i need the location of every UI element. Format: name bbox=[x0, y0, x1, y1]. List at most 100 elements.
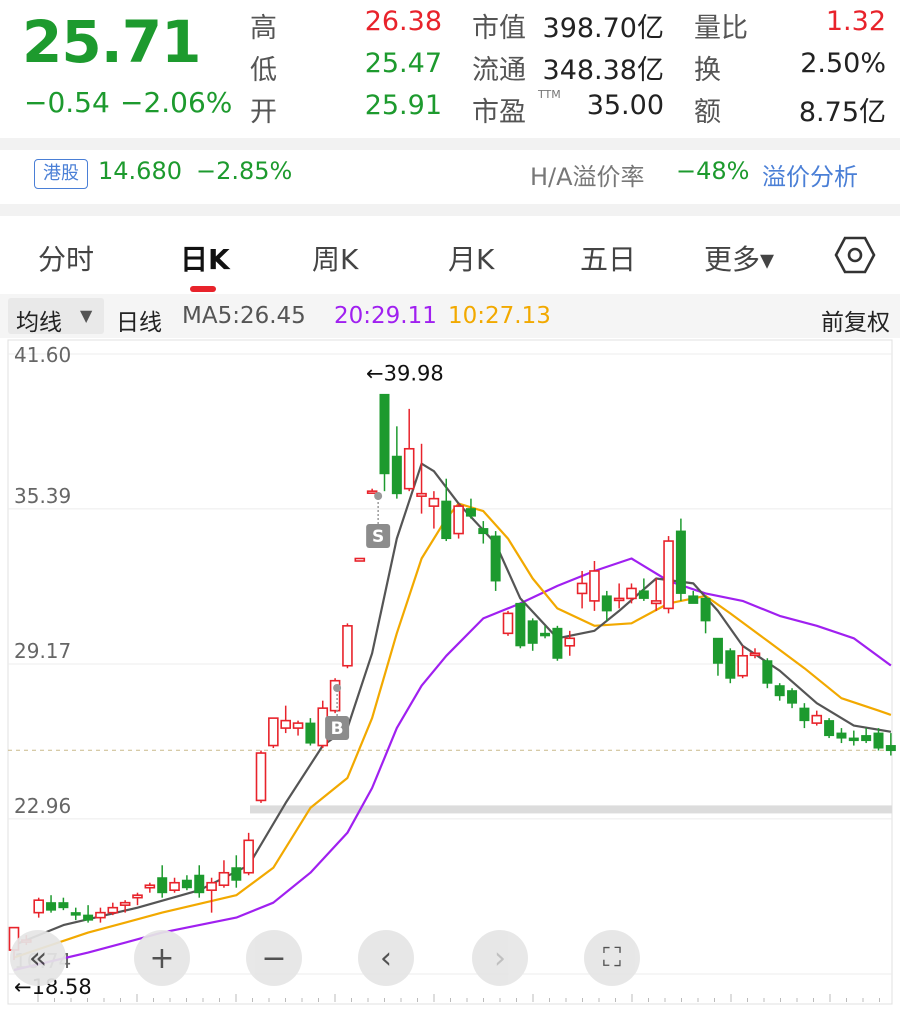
high-label: 高 bbox=[250, 13, 277, 44]
candle-body bbox=[811, 714, 823, 724]
candle-body bbox=[490, 535, 501, 582]
open-value: 25.91 bbox=[364, 90, 442, 121]
tab-daily-k[interactable]: 日K bbox=[180, 238, 230, 278]
candle-body bbox=[391, 455, 402, 495]
candle-body bbox=[243, 839, 254, 874]
candle-body bbox=[626, 587, 637, 600]
candle-body bbox=[601, 595, 612, 612]
support-band bbox=[250, 805, 892, 814]
candle-body bbox=[824, 720, 835, 737]
candle-body bbox=[774, 685, 785, 697]
float-label: 流通 bbox=[472, 55, 526, 86]
pan-left-fast-icon[interactable]: « bbox=[10, 930, 66, 986]
hk-tag[interactable]: 港股 bbox=[34, 159, 88, 189]
candle-body bbox=[527, 620, 538, 644]
candle-body bbox=[650, 600, 662, 605]
mktcap-value: 398.70亿 bbox=[542, 13, 664, 44]
section-divider bbox=[0, 138, 900, 150]
period-label: 日线 bbox=[116, 310, 162, 336]
hk-change-pct: −2.85% bbox=[196, 157, 293, 185]
sell-signal-label: S bbox=[372, 527, 384, 547]
dropdown-icon: ▼ bbox=[80, 306, 93, 325]
candle-body bbox=[428, 497, 440, 507]
candle-body bbox=[107, 906, 119, 914]
chart-frame bbox=[7, 339, 893, 1005]
candle-body bbox=[589, 570, 600, 602]
settings-icon[interactable] bbox=[834, 234, 876, 280]
ma5-line bbox=[13, 462, 892, 947]
tab-more[interactable]: 更多▾ bbox=[704, 238, 774, 278]
tab-five-day[interactable]: 五日 bbox=[580, 238, 636, 278]
candle-body bbox=[119, 901, 131, 906]
candle-body bbox=[144, 884, 156, 889]
candle-body bbox=[342, 625, 353, 667]
y-tick-label: 29.17 bbox=[14, 639, 71, 663]
mktcap-label: 市值 bbox=[472, 13, 526, 44]
candle-body bbox=[70, 912, 81, 916]
candle-body bbox=[700, 597, 711, 622]
candle-body bbox=[675, 530, 686, 594]
candle-body bbox=[762, 660, 773, 684]
open-label: 开 bbox=[250, 97, 277, 128]
candle-body bbox=[576, 582, 588, 595]
candle-body bbox=[749, 652, 761, 657]
candle-body bbox=[403, 447, 415, 490]
vol-ratio-value: 1.32 bbox=[825, 6, 886, 37]
hk-price: 14.680 bbox=[98, 157, 182, 185]
tab-weekly-k[interactable]: 周K bbox=[312, 238, 358, 278]
price-change-pct: −2.06% bbox=[120, 86, 233, 119]
signal-dot bbox=[374, 492, 383, 500]
float-value: 348.38亿 bbox=[542, 55, 664, 86]
candle-body bbox=[540, 632, 551, 637]
pe-ttm-label: TTM bbox=[538, 88, 561, 101]
candle-body bbox=[132, 894, 143, 899]
ma10-line bbox=[13, 502, 892, 959]
premium-analysis-link[interactable]: 溢价分析 bbox=[762, 157, 858, 192]
candle-body bbox=[787, 690, 798, 704]
candle-body bbox=[46, 902, 57, 911]
candle-body bbox=[218, 871, 230, 887]
candle-body bbox=[416, 492, 427, 497]
price-adjust-toggle[interactable]: 前复权 bbox=[821, 303, 890, 337]
candle-body bbox=[515, 602, 526, 647]
pe-value: 35.00 bbox=[586, 90, 664, 121]
candle-body bbox=[465, 508, 476, 517]
buy-signal-label: B bbox=[331, 719, 344, 739]
candle-body bbox=[280, 719, 292, 729]
candle-body bbox=[268, 717, 279, 747]
active-tab-indicator bbox=[190, 286, 216, 292]
candle-body bbox=[861, 735, 872, 742]
tab-monthly-k[interactable]: 月K bbox=[448, 238, 494, 278]
candle-body bbox=[194, 874, 205, 894]
ma20-value: 20:29.11 bbox=[334, 303, 437, 329]
candle-body bbox=[83, 914, 94, 921]
candle-body bbox=[552, 627, 563, 659]
low-value: 25.47 bbox=[364, 48, 442, 79]
low-label: 低 bbox=[250, 55, 277, 86]
fullscreen-icon[interactable]: ⛶ bbox=[584, 930, 640, 986]
zoom-out-icon[interactable]: − bbox=[246, 930, 302, 986]
ma-selector-label: 均线 bbox=[16, 310, 62, 336]
price-change: −0.54 bbox=[24, 86, 110, 119]
tab-intraday[interactable]: 分时 bbox=[38, 238, 94, 278]
pe-label: 市盈 bbox=[472, 97, 526, 128]
pan-left-icon[interactable]: ‹ bbox=[358, 930, 414, 986]
candle-body bbox=[564, 637, 576, 647]
candle-body bbox=[848, 737, 859, 742]
candle-body bbox=[157, 877, 168, 894]
premium-value: −48% bbox=[676, 157, 750, 185]
kline-chart[interactable]: 41.6035.3929.1722.9616.74 ←39.98←18.58SB bbox=[0, 338, 900, 1024]
premium-label: H/A溢价率 bbox=[530, 163, 645, 191]
zoom-in-icon[interactable]: + bbox=[134, 930, 190, 986]
pan-right-icon[interactable]: › bbox=[472, 930, 528, 986]
y-tick-label: 35.39 bbox=[14, 484, 71, 508]
candle-body bbox=[206, 881, 217, 892]
candle-body bbox=[613, 597, 625, 602]
candle-body bbox=[95, 911, 106, 919]
turnover-label: 换 bbox=[694, 55, 721, 86]
candle-body bbox=[292, 722, 304, 729]
ma20-line bbox=[13, 557, 892, 972]
candle-body bbox=[366, 490, 378, 494]
candle-body bbox=[799, 707, 810, 722]
candle-body bbox=[836, 732, 847, 739]
